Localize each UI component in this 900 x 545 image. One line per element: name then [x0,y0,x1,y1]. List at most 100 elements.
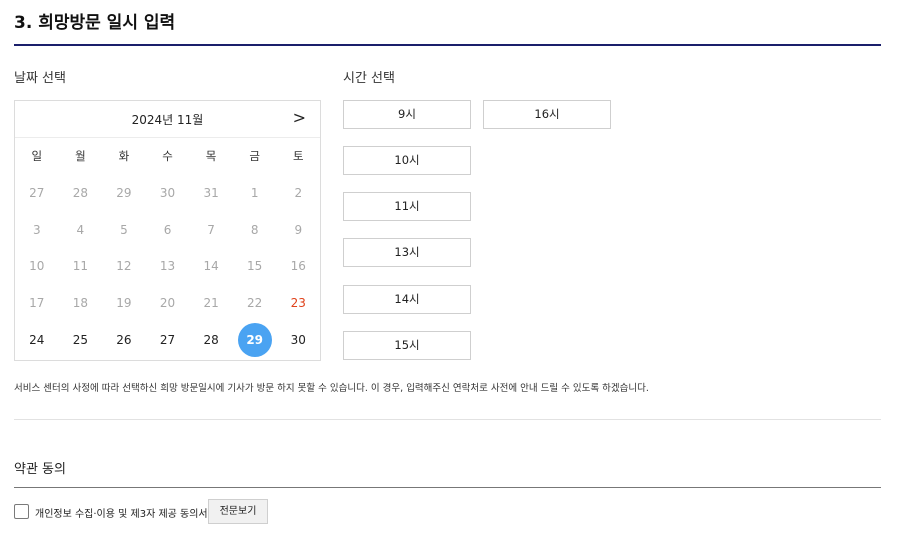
calendar-day-label: 16 [290,259,306,274]
calendar-day-label: 27 [29,185,45,200]
calendar-day-selected[interactable]: 29 [233,322,277,359]
calendar-day-label: 28 [72,185,88,200]
calendar-day-label: 3 [32,222,41,237]
calendar-day-label: 15 [247,259,263,274]
weekday-tue: 화 [118,149,130,163]
time-select-label: 시간 선택 [343,71,395,86]
calendar-week-row: 3 4 5 6 7 8 9 [15,212,320,249]
calendar-day: 5 [102,212,146,249]
calendar-day: 19 [102,285,146,322]
time-slot-button[interactable]: 14시 [343,285,471,314]
calendar-day[interactable]: 27 [146,322,190,359]
weekday-wed: 수 [162,149,173,163]
calendar-day-label: 24 [29,332,45,347]
calendar-day-label: 8 [250,222,259,237]
calendar-day: 3 [15,212,59,249]
calendar-day-label: 20 [159,296,176,311]
calendar-day-label: 29 [237,322,272,357]
calendar-day-label: 9 [294,222,303,237]
weekday-row: 일 월 화 수 목 금 토 [15,138,320,175]
calendar-day-label: 30 [159,185,176,200]
next-month-chevron-icon[interactable]: > [293,108,306,127]
section-title: 3. 희망방문 일시 입력 [14,13,176,33]
calendar-day: 6 [146,212,190,249]
calendar-day-label: 2 [294,185,303,200]
time-slot-button[interactable]: 13시 [343,238,471,267]
weekday-sat: 토 [292,149,304,163]
calendar-day-label: 26 [116,332,132,347]
calendar-day: 4 [59,212,103,249]
calendar-day[interactable]: 30 [276,322,320,359]
date-select-label: 날짜 선택 [14,71,66,86]
calendar-day: 20 [146,285,190,322]
calendar-day: 28 [59,175,103,212]
calendar-grid: 일 월 화 수 목 금 토 27 28 29 30 31 1 2 3 4 5 6 7 8 9 10 11 12 1… [15,138,320,359]
calendar-day: 1 [233,175,277,212]
calendar-day-label: 23 [290,296,306,311]
calendar-week-row: 24 25 26 27 28 29 30 [15,322,320,359]
calendar-day: 12 [102,248,146,285]
calendar-day[interactable]: 24 [15,322,59,359]
calendar-day: 14 [189,248,233,285]
calendar-day: 2 [276,175,320,212]
calendar-day-label: 25 [72,332,88,347]
calendar-day-label: 19 [116,296,132,311]
calendar-week-row: 27 28 29 30 31 1 2 [15,175,320,212]
calendar-day[interactable]: 25 [59,322,103,359]
view-full-terms-button[interactable]: 전문보기 [208,499,268,524]
calendar-day-label: 5 [120,222,128,237]
calendar-day-label: 4 [76,222,85,237]
calendar-day: 30 [146,175,190,212]
calendar-day-label: 11 [72,259,88,274]
calendar-day: 23 [276,285,320,322]
calendar-day-label: 28 [203,332,219,347]
calendar-day[interactable]: 28 [189,322,233,359]
time-slot-button[interactable]: 10시 [343,146,471,175]
calendar-week-row: 17 18 19 20 21 22 23 [15,285,320,322]
calendar-day: 10 [15,248,59,285]
time-slot-button[interactable]: 16시 [483,100,611,129]
calendar-day-label: 18 [72,296,88,311]
time-slot-button[interactable]: 9시 [343,100,471,129]
calendar-day-label: 27 [159,332,176,347]
calendar-day: 17 [15,285,59,322]
calendar-day-label: 12 [116,259,132,274]
calendar-day-label: 13 [159,259,176,274]
calendar-day-label: 21 [203,296,219,311]
section-divider [14,419,881,420]
calendar-day-label: 31 [203,185,219,200]
visit-notice-text: 서비스 센터의 사정에 따라 선택하신 희망 방문일시에 기사가 방문 하지 못… [14,383,649,394]
privacy-consent-checkbox[interactable] [14,504,29,519]
calendar-day-label: 14 [203,259,219,274]
calendar-week-row: 10 11 12 13 14 15 16 [15,248,320,285]
calendar-day-label: 7 [207,222,215,237]
title-divider [14,44,881,46]
calendar-day: 18 [59,285,103,322]
calendar-day: 11 [59,248,103,285]
calendar-day: 8 [233,212,277,249]
calendar-day-label: 10 [29,259,45,274]
calendar: 2024년 11월 > 일 월 화 수 목 금 토 27 28 29 30 31 1 2 3 4… [14,100,321,361]
calendar-day: 31 [189,175,233,212]
calendar-day: 27 [15,175,59,212]
calendar-day-label: 22 [247,296,263,311]
calendar-day: 22 [233,285,277,322]
calendar-day[interactable]: 26 [102,322,146,359]
calendar-day: 9 [276,212,320,249]
time-slot-button[interactable]: 15시 [343,331,471,360]
privacy-consent-label[interactable]: 개인정보 수집·이용 및 제3자 제공 동의서 [35,505,208,520]
calendar-day: 7 [189,212,233,249]
time-slot-button[interactable]: 11시 [343,192,471,221]
calendar-day: 21 [189,285,233,322]
weekday-sun: 일 [31,149,43,163]
weekday-mon: 월 [75,149,86,163]
calendar-day-label: 17 [29,296,45,311]
calendar-day-label: 6 [163,222,172,237]
terms-divider [14,487,881,488]
calendar-header: 2024년 11월 > [15,101,320,138]
calendar-day-label: 1 [250,185,259,200]
weekday-thu: 목 [205,149,217,163]
calendar-day: 29 [102,175,146,212]
calendar-day: 15 [233,248,277,285]
calendar-day-label: 30 [290,332,306,347]
